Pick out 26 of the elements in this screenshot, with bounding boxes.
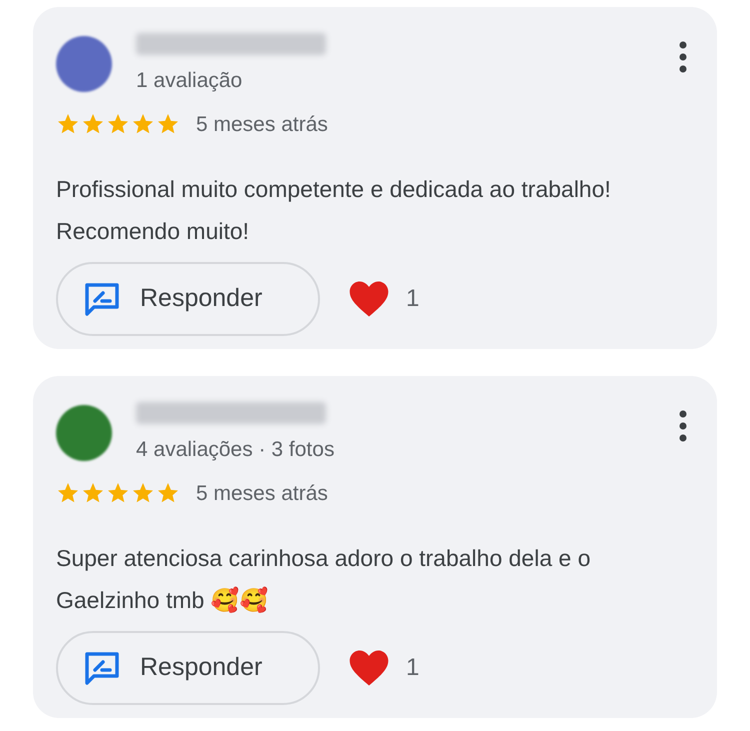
star-icon bbox=[56, 112, 80, 136]
star-icon bbox=[106, 112, 130, 136]
review-date: 5 meses atrás bbox=[196, 112, 328, 138]
reply-icon bbox=[84, 651, 120, 685]
heart-icon[interactable] bbox=[348, 648, 390, 688]
more-options-icon[interactable] bbox=[679, 410, 687, 442]
star-icon bbox=[81, 481, 105, 506]
star-icon bbox=[106, 481, 130, 506]
reply-button[interactable]: Responder bbox=[56, 631, 320, 705]
star-icon bbox=[56, 481, 80, 506]
reviewer-stats: 1 avaliação bbox=[136, 68, 244, 94]
reply-icon bbox=[84, 282, 120, 316]
star-icon bbox=[131, 481, 155, 506]
like-count: 1 bbox=[406, 653, 420, 683]
more-options-icon[interactable] bbox=[679, 41, 687, 73]
star-icon bbox=[131, 112, 155, 136]
heart-icon[interactable] bbox=[348, 279, 390, 319]
star-icon bbox=[81, 112, 105, 136]
like-count: 1 bbox=[406, 284, 420, 314]
review-text: Super atenciosa carinhosa adoro o trabalho dela e o Gaelzinho tmb 🥰🥰 bbox=[56, 544, 592, 615]
review-text: Profissional muito competente e dedicada ao trabalho! Recomendo muito! bbox=[56, 175, 612, 246]
review-date: 5 meses atrás bbox=[196, 480, 328, 506]
star-icon bbox=[156, 481, 180, 506]
reviewer-stats: 4 avaliações · 3 fotos bbox=[136, 437, 336, 463]
star-icon bbox=[156, 112, 180, 136]
reply-button[interactable]: Responder bbox=[56, 262, 320, 336]
